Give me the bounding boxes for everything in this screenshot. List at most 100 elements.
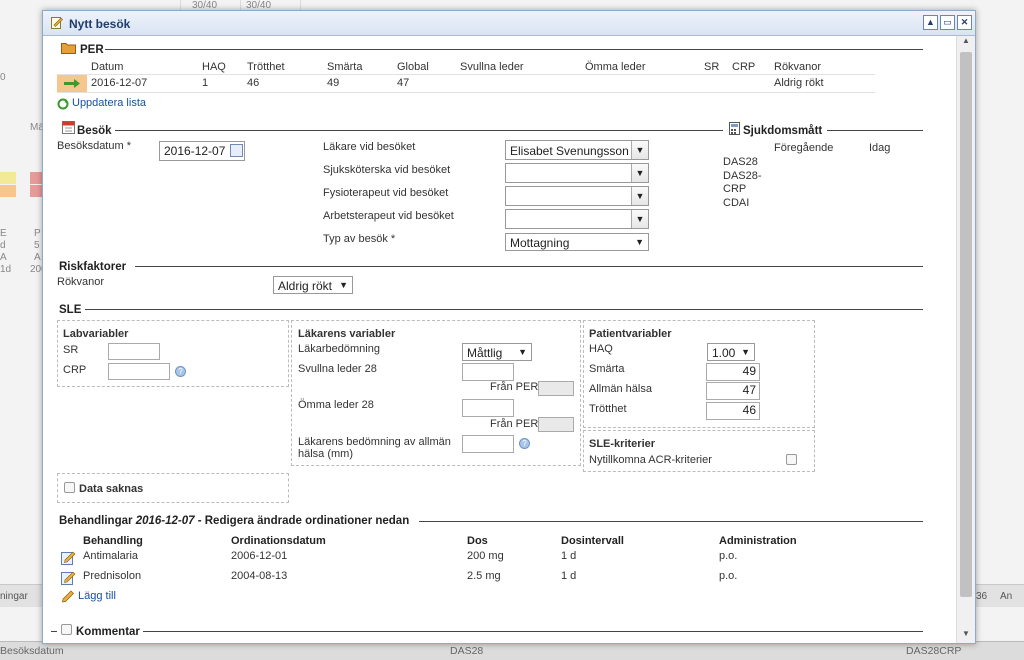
cdai-label: CDAI — [723, 197, 750, 209]
arrow-right-icon — [57, 75, 87, 92]
bg-tab[interactable]: ningar — [0, 591, 28, 602]
haq-select[interactable]: 1.00 ▼ — [707, 343, 755, 361]
comment-checkbox[interactable] — [61, 624, 72, 635]
pain-label: Smärta — [589, 363, 625, 375]
help-icon[interactable]: ? — [519, 438, 530, 449]
physio-select[interactable]: ▼ — [505, 186, 649, 206]
vertical-scrollbar[interactable]: ▲ ▼ — [956, 36, 975, 643]
data-missing-checkbox[interactable] — [64, 482, 75, 493]
doctor-global-input[interactable] — [462, 435, 514, 453]
from-per-swollen-field — [538, 381, 574, 396]
nurse-select[interactable]: ▼ — [505, 163, 649, 183]
per-col-header: Ömma leder — [585, 61, 646, 73]
per-col-header: Smärta — [327, 61, 363, 73]
bg-fragment: A — [34, 252, 41, 263]
doctor-select[interactable]: Elisabet Svenungsson ▼ — [505, 140, 649, 160]
chevron-down-icon: ▼ — [631, 210, 648, 228]
bg-tab[interactable]: An — [1000, 591, 1012, 602]
chevron-down-icon: ▼ — [631, 164, 648, 182]
bg-fragment: E — [0, 228, 7, 239]
data-missing-label: Data saknas — [79, 483, 144, 495]
visit-type-select[interactable]: Mottagning ▼ — [505, 233, 649, 251]
general-health-input[interactable]: 47 — [706, 382, 760, 400]
pencil-icon — [62, 590, 74, 603]
new-acr-criteria-label: Nytillkomna ACR-kriterier — [589, 454, 712, 466]
treatment-col-header: Dosintervall — [561, 535, 624, 547]
smoking-select[interactable]: Aldrig rökt ▼ — [273, 276, 353, 294]
fatigue-input[interactable]: 46 — [706, 402, 760, 420]
disease-measures-heading: Sjukdomsmått — [743, 125, 823, 137]
occupational-therapist-select[interactable]: ▼ — [505, 209, 649, 229]
doctor-label: Läkare vid besöket — [323, 141, 416, 153]
swollen-joints-input[interactable] — [462, 363, 514, 381]
patient-variables-heading: Patientvariabler — [589, 328, 672, 340]
comment-heading: Kommentar — [76, 626, 140, 638]
doctor-global-label: Läkarens bedömning av allmän hälsa (mm) — [298, 436, 451, 460]
tender-joints-label: Ömma leder 28 — [298, 399, 374, 411]
fatigue-label: Trötthet — [589, 403, 627, 415]
dialog-titlebar[interactable]: Nytt besök ▲ ▭ ✕ — [43, 11, 975, 36]
per-col-header: Global — [397, 61, 429, 73]
table-row[interactable]: Prednisolon 2004-08-13 2.5 mg 1 d p.o. — [61, 569, 821, 587]
treatment-col-header: Behandling — [83, 535, 143, 547]
treatments-heading: Behandlingar 2016-12-07 - Redigera ändra… — [59, 515, 410, 527]
new-acr-criteria-checkbox[interactable] — [786, 454, 797, 465]
occupational-therapist-label: Arbetsterapeut vid besöket — [323, 210, 454, 222]
sr-input[interactable] — [108, 343, 160, 360]
per-col-header: HAQ — [202, 61, 226, 73]
das28-label: DAS28 — [723, 156, 758, 168]
doctor-assessment-select[interactable]: Måttlig ▼ — [462, 343, 532, 361]
bg-fragment: A — [0, 252, 7, 263]
chevron-down-icon: ▼ — [339, 280, 348, 290]
visit-date-field[interactable]: 2016-12-07 — [159, 141, 245, 161]
treatment-col-header: Administration — [719, 535, 797, 547]
per-col-header: Trötthet — [247, 61, 285, 73]
doctor-variables-heading: Läkarens variabler — [298, 328, 396, 340]
chevron-down-icon: ▼ — [631, 141, 648, 159]
table-row[interactable]: Antimalaria 2006-12-01 200 mg 1 d p.o. — [61, 549, 821, 567]
scroll-down-icon[interactable]: ▼ — [957, 629, 975, 643]
maximize-icon[interactable]: ▭ — [940, 15, 955, 30]
smoking-label: Rökvanor — [57, 276, 105, 288]
general-health-label: Allmän hälsa — [589, 383, 652, 395]
from-per-label: Från PER: — [490, 381, 542, 393]
per-col-header: SR — [704, 61, 720, 73]
edit-icon[interactable] — [61, 570, 76, 585]
bg-fragment: 1d — [0, 264, 12, 275]
swollen-joints-label: Svullna leder 28 — [298, 363, 377, 375]
bg-fragment: 5 — [34, 240, 40, 251]
calculator-icon — [729, 122, 740, 135]
haq-label: HAQ — [589, 343, 613, 355]
per-col-header: CRP — [732, 61, 756, 73]
lab-variables-heading: Labvariabler — [63, 328, 129, 340]
close-icon[interactable]: ✕ — [957, 15, 972, 30]
sle-heading: SLE — [59, 304, 82, 316]
per-row[interactable]: 2016-12-07 1 46 49 47 Aldrig rökt — [57, 75, 875, 93]
doctor-assessment-label: Läkarbedömning — [298, 343, 380, 355]
pain-input[interactable]: 49 — [706, 363, 760, 381]
chevron-down-icon: ▼ — [635, 237, 644, 247]
calendar-icon — [62, 121, 75, 134]
refresh-icon — [57, 98, 69, 110]
risk-factors-heading: Riskfaktorer — [59, 261, 127, 273]
sle-criteria-heading: SLE-kriterier — [589, 438, 656, 450]
edit-icon[interactable] — [61, 550, 76, 565]
date-picker-icon[interactable] — [230, 144, 243, 157]
sr-label: SR — [63, 344, 79, 356]
besok-heading: Besök — [77, 125, 112, 137]
chevron-down-icon: ▼ — [741, 347, 750, 357]
physio-label: Fysioterapeut vid besöket — [323, 187, 449, 199]
visit-date-label: Besöksdatum * — [57, 140, 131, 152]
per-col-header: Svullna leder — [460, 61, 524, 73]
scroll-up-icon[interactable]: ▲ — [957, 36, 975, 50]
collapse-icon[interactable]: ▲ — [923, 15, 938, 30]
chevron-down-icon: ▼ — [518, 347, 527, 357]
scrollbar-thumb[interactable] — [960, 52, 972, 597]
bg-fragment: d — [0, 240, 6, 251]
crp-label: CRP — [63, 364, 87, 376]
dialog-content: PER Datum HAQ Trötthet Smärta Global Svu… — [43, 36, 955, 643]
treatment-col-header: Ordinationsdatum — [231, 535, 326, 547]
help-icon[interactable]: ? — [175, 366, 186, 377]
tender-joints-input[interactable] — [462, 399, 514, 417]
crp-input[interactable] — [108, 363, 170, 380]
